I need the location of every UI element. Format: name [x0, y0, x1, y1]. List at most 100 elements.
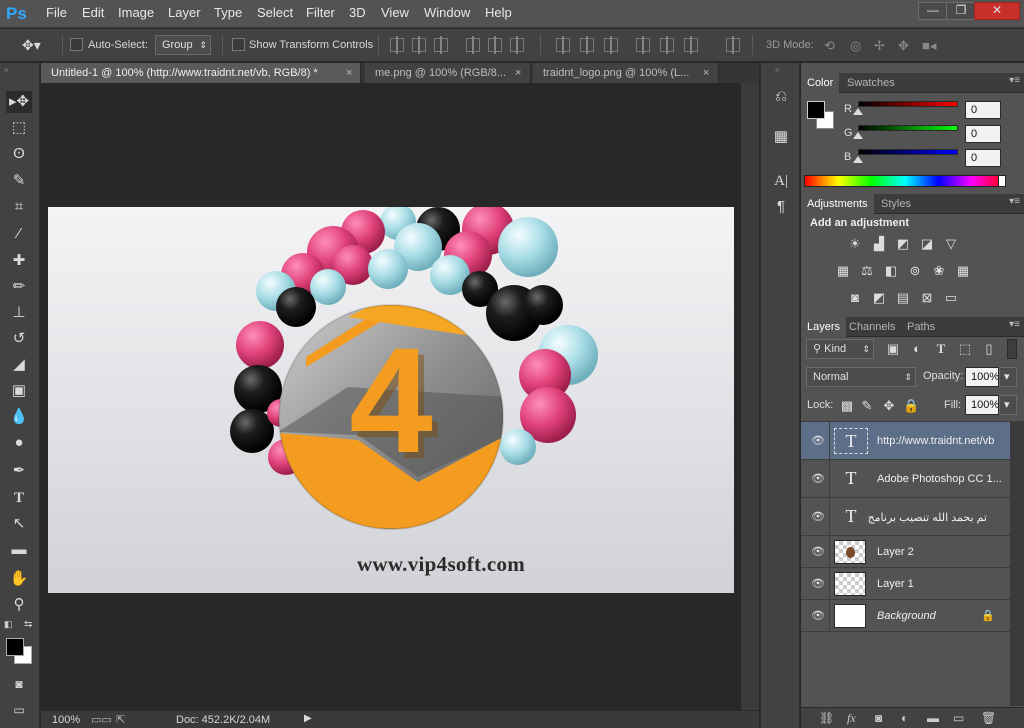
collapse-icon[interactable]: » — [4, 65, 8, 74]
history-panel-icon[interactable]: ⎌ — [771, 87, 791, 107]
layer-row[interactable]: 👁 Background 🔒 — [801, 600, 1010, 632]
eyedropper-tool-icon[interactable]: ⁄ — [6, 223, 32, 245]
tab-color[interactable]: Color — [801, 73, 840, 93]
filter-adjustment-icon[interactable]: ◐ — [909, 342, 925, 356]
align-bottom-icon[interactable] — [434, 36, 448, 54]
layers-scrollbar[interactable] — [1010, 421, 1024, 706]
panel-menu-icon[interactable]: ▾≡ — [1009, 75, 1020, 86]
3d-status-icon[interactable]: ▭▭ — [91, 713, 112, 726]
distribute-right-icon[interactable] — [684, 36, 698, 54]
gradient-tool-icon[interactable]: ▣ — [6, 380, 32, 402]
exposure-icon[interactable]: ◪ — [919, 237, 935, 251]
green-value[interactable]: 0 — [965, 125, 1001, 143]
move-tool-preset-icon[interactable]: ✥▾ — [22, 37, 41, 54]
layer-row[interactable]: 👁 Layer 2 — [801, 536, 1010, 568]
distribute-vcenter-icon[interactable] — [580, 36, 594, 54]
marquee-tool-icon[interactable]: ⬚ — [6, 117, 32, 139]
invert-icon[interactable]: ◙ — [847, 291, 863, 305]
scale-3d-icon[interactable]: ■◂ — [922, 39, 938, 52]
lock-all-icon[interactable]: 🔒 — [903, 399, 919, 413]
layer-row[interactable]: 👁 T تم بحمد الله تنصيب برنامج — [801, 498, 1010, 536]
brush-tool-icon[interactable]: ✏ — [6, 276, 32, 298]
layer-name[interactable]: http://www.traidnt.net/vb — [877, 435, 994, 447]
clone-stamp-tool-icon[interactable]: ⊥ — [6, 302, 32, 324]
new-layer-icon[interactable]: ▭ — [953, 711, 964, 725]
filter-pixel-icon[interactable]: ▣ — [885, 342, 901, 356]
show-transform-checkbox[interactable] — [232, 38, 245, 51]
layer-name[interactable]: Adobe Photoshop CC 1... — [877, 473, 1002, 485]
brightness-contrast-icon[interactable]: ☀ — [847, 237, 863, 251]
auto-select-checkbox[interactable] — [70, 38, 83, 51]
eye-icon[interactable]: 👁 — [811, 473, 825, 485]
align-right-icon[interactable] — [510, 36, 524, 54]
filter-toggle[interactable] — [1007, 339, 1017, 359]
filter-shape-icon[interactable]: ⬚ — [957, 342, 973, 356]
lock-transparent-icon[interactable]: ▩ — [839, 399, 855, 413]
eye-icon[interactable]: 👁 — [811, 578, 825, 590]
tab-styles[interactable]: Styles — [875, 194, 917, 214]
rectangle-tool-icon[interactable]: ▬ — [6, 539, 32, 561]
fill-value[interactable]: 100% — [965, 395, 999, 415]
foreground-color-swatch[interactable] — [6, 638, 24, 656]
threshold-icon[interactable]: ▤ — [895, 291, 911, 305]
blur-tool-icon[interactable]: 💧 — [6, 406, 32, 428]
menu-3d[interactable]: 3D — [349, 5, 366, 20]
tab-channels[interactable]: Channels — [843, 317, 901, 337]
menu-file[interactable]: File — [46, 5, 67, 20]
panel-menu-icon[interactable]: ▾≡ — [1009, 196, 1020, 207]
menu-type[interactable]: Type — [214, 5, 242, 20]
adjustment-layer-icon[interactable]: ◐ — [901, 711, 908, 725]
hand-tool-icon[interactable]: ✋ — [6, 568, 32, 590]
fx-icon[interactable]: fx — [847, 711, 856, 726]
distribute-hcenter-icon[interactable] — [660, 36, 674, 54]
red-slider[interactable] — [858, 101, 958, 107]
red-value[interactable]: 0 — [965, 101, 1001, 119]
lock-position-icon[interactable]: ✥ — [881, 399, 897, 413]
photo-filter-icon[interactable]: ⊚ — [907, 264, 923, 278]
zoom-tool-icon[interactable]: ⚲ — [6, 594, 32, 616]
close-tab-icon[interactable]: × — [346, 63, 352, 83]
type-tool-icon[interactable]: T — [6, 487, 32, 509]
quick-mask-icon[interactable]: ◙ — [6, 673, 32, 695]
document-canvas[interactable]: 4 4 www.vip4soft.com — [48, 207, 734, 593]
quick-select-tool-icon[interactable]: ✎ — [6, 170, 32, 192]
align-left-icon[interactable] — [466, 36, 480, 54]
menu-image[interactable]: Image — [118, 5, 154, 20]
add-mask-icon[interactable]: ◙ — [875, 711, 882, 725]
tab-swatches[interactable]: Swatches — [841, 73, 901, 93]
fill-dropdown[interactable]: ▾ — [999, 395, 1017, 415]
menu-layer[interactable]: Layer — [168, 5, 201, 20]
menu-filter[interactable]: Filter — [306, 5, 335, 20]
black-white-icon[interactable]: ◧ — [883, 264, 899, 278]
layer-name[interactable]: Layer 1 — [877, 578, 914, 590]
green-slider[interactable] — [858, 125, 958, 131]
crop-tool-icon[interactable]: ⌗ — [6, 196, 32, 218]
pen-tool-icon[interactable]: ✒ — [6, 460, 32, 482]
layer-kind-filter[interactable]: ⚲ Kind ⇕ — [806, 339, 874, 359]
distribute-top-icon[interactable] — [556, 36, 570, 54]
distribute-left-icon[interactable] — [636, 36, 650, 54]
channel-mixer-icon[interactable]: ❀ — [931, 264, 947, 278]
selective-color-icon[interactable]: ⊠ — [919, 291, 935, 305]
share-icon[interactable]: ⇱ — [116, 713, 125, 726]
color-balance-icon[interactable]: ⚖ — [859, 264, 875, 278]
slide-3d-icon[interactable]: ✥ — [898, 39, 914, 52]
tab-traidnt-logo[interactable]: traidnt_logo.png @ 100% (L... × — [533, 63, 719, 83]
distribute-bottom-icon[interactable] — [604, 36, 618, 54]
curves-icon[interactable]: ◩ — [895, 237, 911, 251]
vibrance-icon[interactable]: ▽ — [943, 237, 959, 251]
layer-name[interactable]: تم بحمد الله تنصيب برنامج — [868, 511, 987, 524]
panel-menu-icon[interactable]: ▾≡ — [1009, 319, 1020, 330]
drag-3d-icon[interactable]: ✢ — [874, 39, 890, 52]
default-colors-icon[interactable]: ◧ — [4, 619, 13, 630]
minimize-button[interactable]: — — [918, 2, 948, 20]
close-tab-icon[interactable]: × — [703, 63, 709, 83]
menu-help[interactable]: Help — [485, 5, 512, 20]
swap-colors-icon[interactable]: ⇆ — [24, 619, 32, 630]
tab-me-png[interactable]: me.png @ 100% (RGB/8... × — [365, 63, 531, 83]
trash-icon[interactable]: 🗑 — [981, 711, 996, 725]
color-lookup-icon[interactable]: ▦ — [955, 264, 971, 278]
red-slider-thumb[interactable] — [853, 108, 863, 115]
lock-pixels-icon[interactable]: ✎ — [859, 399, 875, 413]
filter-smart-object-icon[interactable]: ▯ — [981, 342, 997, 356]
